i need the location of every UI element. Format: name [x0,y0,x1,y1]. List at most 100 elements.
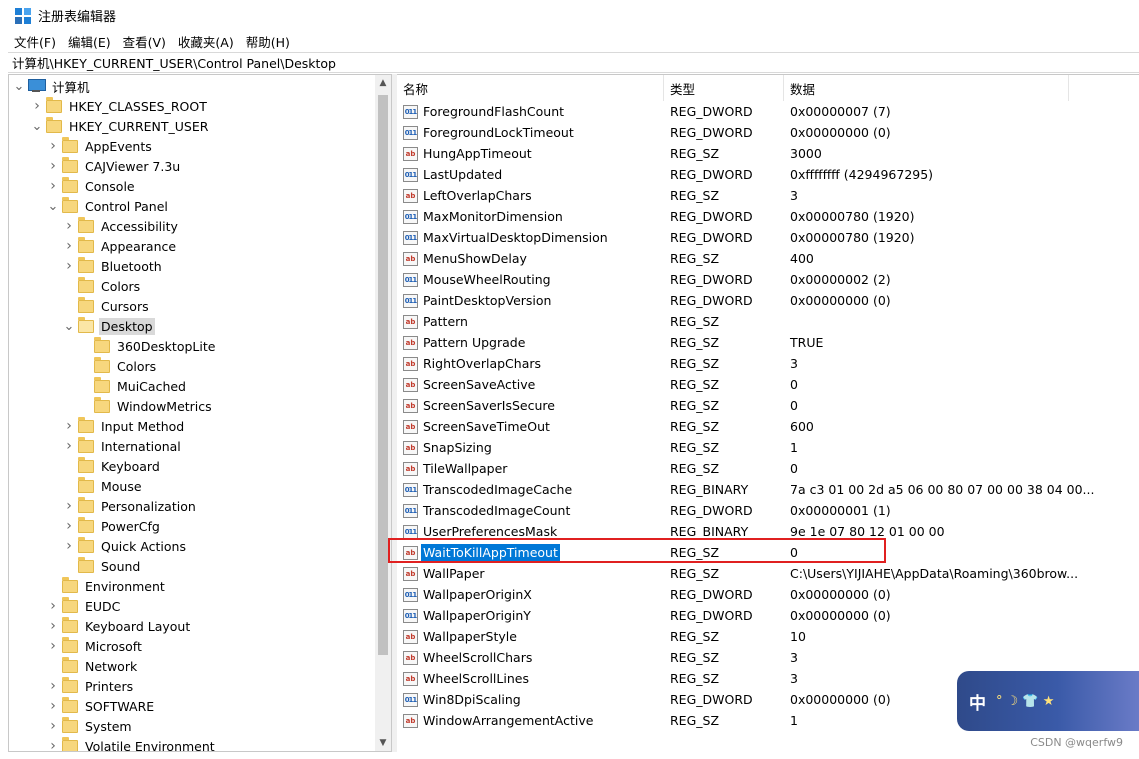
menu-help[interactable]: 帮助(H) [240,32,296,51]
address-bar[interactable]: 计算机\HKEY_CURRENT_USER\Control Panel\Desk… [8,52,1139,73]
value-row[interactable]: ab WheelScrollChars REG_SZ 3 [397,647,1139,668]
expand-chevron-icon[interactable]: › [61,256,77,276]
tree-item[interactable]: ⌄ 计算机 [11,76,92,96]
value-row[interactable]: 011 WallpaperOriginX REG_DWORD 0x00000000 (… [397,584,1139,605]
tree-item[interactable]: Colors [61,276,142,296]
value-row[interactable]: 011 MouseWheelRouting REG_DWORD 0x00000002 … [397,269,1139,290]
tree-item[interactable]: ⌄ HKEY_CURRENT_USER [29,116,210,136]
value-row[interactable]: ab TileWallpaper REG_SZ 0 [397,458,1139,479]
expand-chevron-icon[interactable]: › [45,736,61,751]
tree-item[interactable]: MuiCached [77,376,188,396]
tree-item[interactable]: › SOFTWARE [45,696,156,716]
value-row[interactable]: ab SnapSizing REG_SZ 1 [397,437,1139,458]
menu-edit[interactable]: 编辑(E) [62,32,117,51]
value-row[interactable]: ab RightOverlapChars REG_SZ 3 [397,353,1139,374]
tree-item[interactable]: › System [45,716,134,736]
value-row[interactable]: ab WaitToKillAppTimeout REG_SZ 0 [397,542,1139,563]
column-header-type[interactable]: 类型 [664,75,784,101]
menu-file[interactable]: 文件(F) [8,32,62,51]
value-row[interactable]: ab ScreenSaverIsSecure REG_SZ 0 [397,395,1139,416]
value-row[interactable]: ab LeftOverlapChars REG_SZ 3 [397,185,1139,206]
value-row[interactable]: 011 MaxVirtualDesktopDimension REG_DWORD 0x… [397,227,1139,248]
tree-item[interactable]: › Appearance [61,236,178,256]
expand-chevron-icon[interactable]: › [61,496,77,516]
tree-item[interactable]: › Microsoft [45,636,144,656]
value-row[interactable]: ab WallPaper REG_SZ C:\Users\YIJIAHE\AppDat… [397,563,1139,584]
tree-item[interactable]: › Keyboard Layout [45,616,192,636]
tree-item[interactable]: › International [61,436,183,456]
tree-item[interactable]: Keyboard [61,456,162,476]
menu-favorites[interactable]: 收藏夹(A) [172,32,240,51]
scroll-up-arrow-icon[interactable]: ▲ [375,75,391,91]
expand-chevron-icon[interactable]: › [61,516,77,536]
tree-item[interactable]: Cursors [61,296,151,316]
tree-item[interactable]: Mouse [61,476,144,496]
tree-item[interactable]: ⌄ Desktop [61,316,155,336]
value-row[interactable]: 011 LastUpdated REG_DWORD 0xffffffff (42949… [397,164,1139,185]
value-row[interactable]: 011 MaxMonitorDimension REG_DWORD 0x0000078… [397,206,1139,227]
ime-language-label[interactable]: 中 [969,689,986,714]
tree-item[interactable]: › EUDC [45,596,122,616]
value-row[interactable]: 011 ForegroundFlashCount REG_DWORD 0x000000… [397,101,1139,122]
tree-item[interactable]: ⌄ Control Panel [45,196,170,216]
value-row[interactable]: ab ScreenSaveTimeOut REG_SZ 600 [397,416,1139,437]
column-header-data[interactable]: 数据 [784,75,1069,101]
expand-chevron-icon[interactable]: › [45,716,61,736]
tree-item[interactable]: Sound [61,556,142,576]
tree-item[interactable]: › Input Method [61,416,186,436]
expand-chevron-icon[interactable]: › [45,616,61,636]
expand-chevron-icon[interactable]: › [61,216,77,236]
value-row[interactable]: ab WallpaperStyle REG_SZ 10 [397,626,1139,647]
expand-chevron-icon[interactable]: › [45,596,61,616]
tree-item[interactable]: › Quick Actions [61,536,188,556]
expand-chevron-icon[interactable]: › [45,636,61,656]
tree-item[interactable]: Colors [77,356,158,376]
value-row[interactable]: ab Pattern Upgrade REG_SZ TRUE [397,332,1139,353]
tree-item[interactable]: › Bluetooth [61,256,164,276]
collapse-chevron-icon[interactable]: ⌄ [61,316,77,336]
tree-item[interactable]: › Printers [45,676,135,696]
expand-chevron-icon[interactable]: › [61,416,77,436]
tree-item[interactable]: WindowMetrics [77,396,214,416]
value-row[interactable]: 011 UserPreferencesMask REG_BINARY 9e 1e 07… [397,521,1139,542]
value-row[interactable]: ab MenuShowDelay REG_SZ 400 [397,248,1139,269]
tree-item[interactable]: 360DesktopLite [77,336,217,356]
expand-chevron-icon[interactable]: › [45,676,61,696]
value-row[interactable]: 011 WallpaperOriginY REG_DWORD 0x00000000 (… [397,605,1139,626]
collapse-chevron-icon[interactable]: ⌄ [29,116,45,136]
tree-item[interactable]: › AppEvents [45,136,154,156]
value-row[interactable]: 011 TranscodedImageCache REG_BINARY 7a c3 0… [397,479,1139,500]
expand-chevron-icon[interactable]: › [45,696,61,716]
value-row[interactable]: 011 ForegroundLockTimeout REG_DWORD 0x00000… [397,122,1139,143]
tree-item[interactable]: › PowerCfg [61,516,162,536]
tree-item[interactable]: Environment [45,576,167,596]
tree-item[interactable]: Network [45,656,139,676]
tree-item[interactable]: › Personalization [61,496,198,516]
collapse-chevron-icon[interactable]: ⌄ [11,76,27,96]
ime-status-widget[interactable]: 中 ° ☽ 👕 ★ [957,671,1139,731]
value-row[interactable]: 011 TranscodedImageCount REG_DWORD 0x000000… [397,500,1139,521]
scroll-down-arrow-icon[interactable]: ▼ [375,735,391,751]
expand-chevron-icon[interactable]: › [61,236,77,256]
expand-chevron-icon[interactable]: › [61,436,77,456]
expand-chevron-icon[interactable]: › [61,536,77,556]
column-header-name[interactable]: 名称 [397,75,664,101]
menu-view[interactable]: 查看(V) [117,32,172,51]
expand-chevron-icon[interactable]: › [29,96,45,116]
tree-scrollbar[interactable]: ▲ ▼ [375,75,391,751]
tree-item[interactable]: › CAJViewer 7.3u [45,156,182,176]
tree-item[interactable]: › Console [45,176,137,196]
value-row[interactable]: 011 PaintDesktopVersion REG_DWORD 0x0000000… [397,290,1139,311]
expand-chevron-icon[interactable]: › [45,136,61,156]
value-row[interactable]: ab ScreenSaveActive REG_SZ 0 [397,374,1139,395]
ime-toolbar-icons[interactable]: ° ☽ 👕 ★ [996,694,1054,709]
value-row[interactable]: ab Pattern REG_SZ [397,311,1139,332]
tree-item[interactable]: › Accessibility [61,216,180,236]
tree-item[interactable]: › HKEY_CLASSES_ROOT [29,96,209,116]
collapse-chevron-icon[interactable]: ⌄ [45,196,61,216]
expand-chevron-icon[interactable]: › [45,156,61,176]
value-row[interactable]: ab HungAppTimeout REG_SZ 3000 [397,143,1139,164]
scrollbar-thumb[interactable] [378,95,388,655]
expand-chevron-icon[interactable]: › [45,176,61,196]
tree-item[interactable]: › Volatile Environment [45,736,217,751]
